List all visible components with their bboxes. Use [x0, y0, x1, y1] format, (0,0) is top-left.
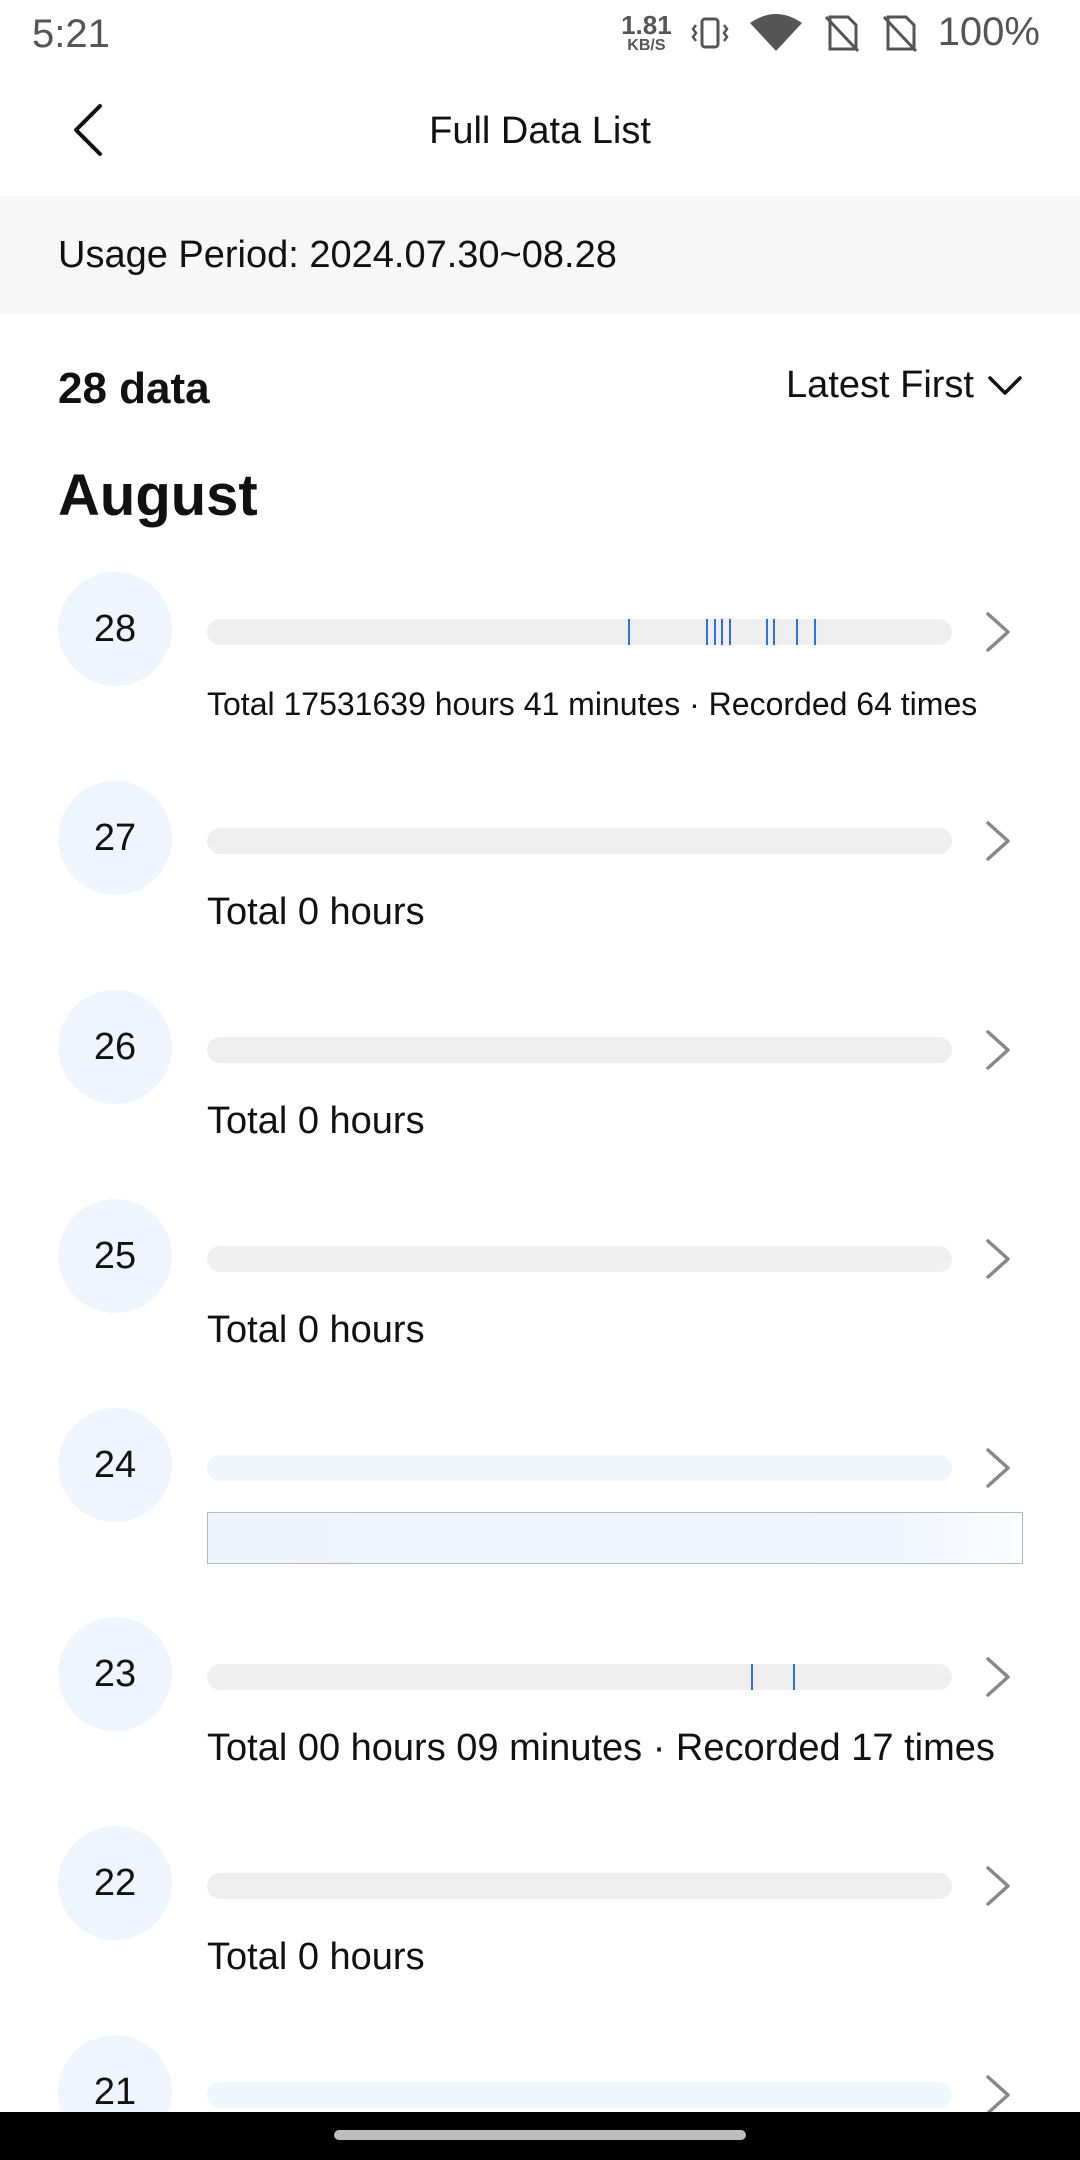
day-badge: 24	[58, 1408, 172, 1522]
usage-timeline-loading	[207, 2082, 952, 2108]
usage-tick	[713, 619, 716, 645]
usage-tick	[795, 619, 798, 645]
chevron-right-icon	[986, 821, 1010, 861]
status-bar: 5:21 1.81 KB/S 100%	[0, 0, 1080, 72]
battery-level: 100%	[937, 10, 1040, 54]
chevron-right-icon	[986, 1448, 1010, 1488]
loading-placeholder	[207, 1512, 1023, 1564]
usage-timeline	[207, 828, 952, 854]
day-list: 28 Total 17531639 hours 41 minutes · Rec…	[0, 572, 1080, 2160]
usage-period-text: Usage Period: 2024.07.30~08.28	[58, 234, 617, 276]
usage-timeline	[207, 1873, 952, 1899]
day-summary: Total 0 hours	[207, 1100, 425, 1142]
wifi-icon	[748, 13, 804, 53]
sort-label: Latest First	[786, 364, 974, 406]
day-summary: Total 00 hours 09 minutes · Recorded 17 …	[207, 1727, 995, 1769]
data-count: 28 data	[58, 364, 210, 413]
usage-timeline-loading	[207, 1455, 952, 1481]
usage-tick	[793, 1664, 796, 1690]
list-item[interactable]: 22 Total 0 hours	[0, 1826, 1080, 2035]
status-time: 5:21	[32, 12, 110, 56]
status-icons: 1.81 KB/S 100%	[621, 10, 1040, 55]
list-item[interactable]: 24	[0, 1408, 1080, 1617]
usage-tick	[706, 619, 709, 645]
no-sim-icon	[822, 13, 862, 53]
usage-tick	[627, 619, 630, 645]
usage-tick	[721, 619, 724, 645]
chevron-right-icon	[986, 1657, 1010, 1697]
chevron-down-icon	[988, 375, 1022, 395]
usage-timeline	[207, 619, 952, 645]
usage-timeline	[207, 1246, 952, 1272]
usage-tick	[814, 619, 817, 645]
network-speed-value: 1.81	[621, 9, 672, 40]
month-heading: August	[58, 463, 258, 528]
navigation-bar	[0, 2112, 1080, 2160]
list-item[interactable]: 27 Total 0 hours	[0, 781, 1080, 990]
list-item[interactable]: 28 Total 17531639 hours 41 minutes · Rec…	[0, 572, 1080, 781]
header: Full Data List	[0, 72, 1080, 196]
list-item[interactable]: 26 Total 0 hours	[0, 990, 1080, 1199]
network-speed-unit: KB/S	[627, 36, 666, 54]
day-badge: 23	[58, 1617, 172, 1731]
list-item[interactable]: 25 Total 0 hours	[0, 1199, 1080, 1408]
chevron-right-icon	[986, 1239, 1010, 1279]
summary-row: 28 data Latest First	[0, 350, 1080, 430]
day-summary: Total 0 hours	[207, 1936, 425, 1978]
day-badge: 28	[58, 572, 172, 686]
day-badge: 26	[58, 990, 172, 1104]
day-summary: Total 0 hours	[207, 1309, 425, 1351]
network-speed: 1.81 KB/S	[621, 12, 672, 54]
sort-dropdown[interactable]: Latest First	[786, 364, 1022, 407]
no-sim-icon-2	[880, 13, 920, 53]
day-summary: Total 0 hours	[207, 891, 425, 933]
page-title: Full Data List	[429, 110, 651, 152]
day-badge: 27	[58, 781, 172, 895]
usage-period-banner: Usage Period: 2024.07.30~08.28	[0, 196, 1080, 314]
vibrate-icon	[690, 13, 730, 53]
usage-tick	[765, 619, 768, 645]
home-gesture-handle[interactable]	[334, 2130, 746, 2140]
chevron-right-icon	[986, 2075, 1010, 2115]
day-badge: 25	[58, 1199, 172, 1313]
usage-tick	[728, 619, 731, 645]
usage-tick	[773, 619, 776, 645]
usage-timeline	[207, 1664, 952, 1690]
chevron-right-icon	[986, 1030, 1010, 1070]
day-badge: 22	[58, 1826, 172, 1940]
chevron-right-icon	[986, 612, 1010, 652]
chevron-right-icon	[986, 1866, 1010, 1906]
day-summary: Total 17531639 hours 41 minutes · Record…	[207, 686, 978, 722]
list-item[interactable]: 23 Total 00 hours 09 minutes · Recorded …	[0, 1617, 1080, 1826]
usage-tick	[750, 1664, 753, 1690]
usage-timeline	[207, 1037, 952, 1063]
